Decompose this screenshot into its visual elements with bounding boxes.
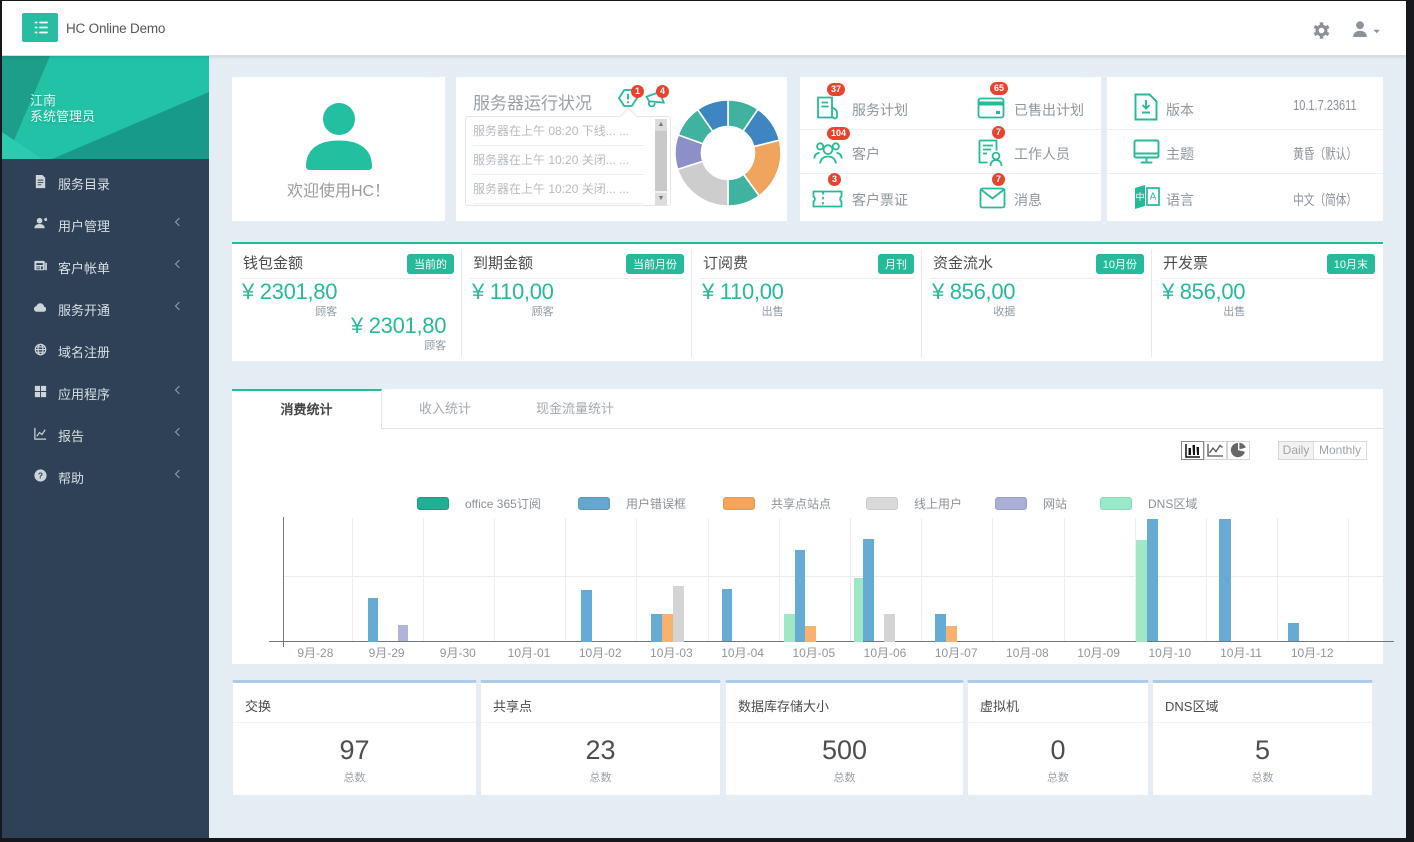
svg-text:A: A: [1150, 192, 1157, 203]
svg-text:中: 中: [1135, 191, 1144, 202]
svg-text:?: ?: [38, 471, 43, 481]
